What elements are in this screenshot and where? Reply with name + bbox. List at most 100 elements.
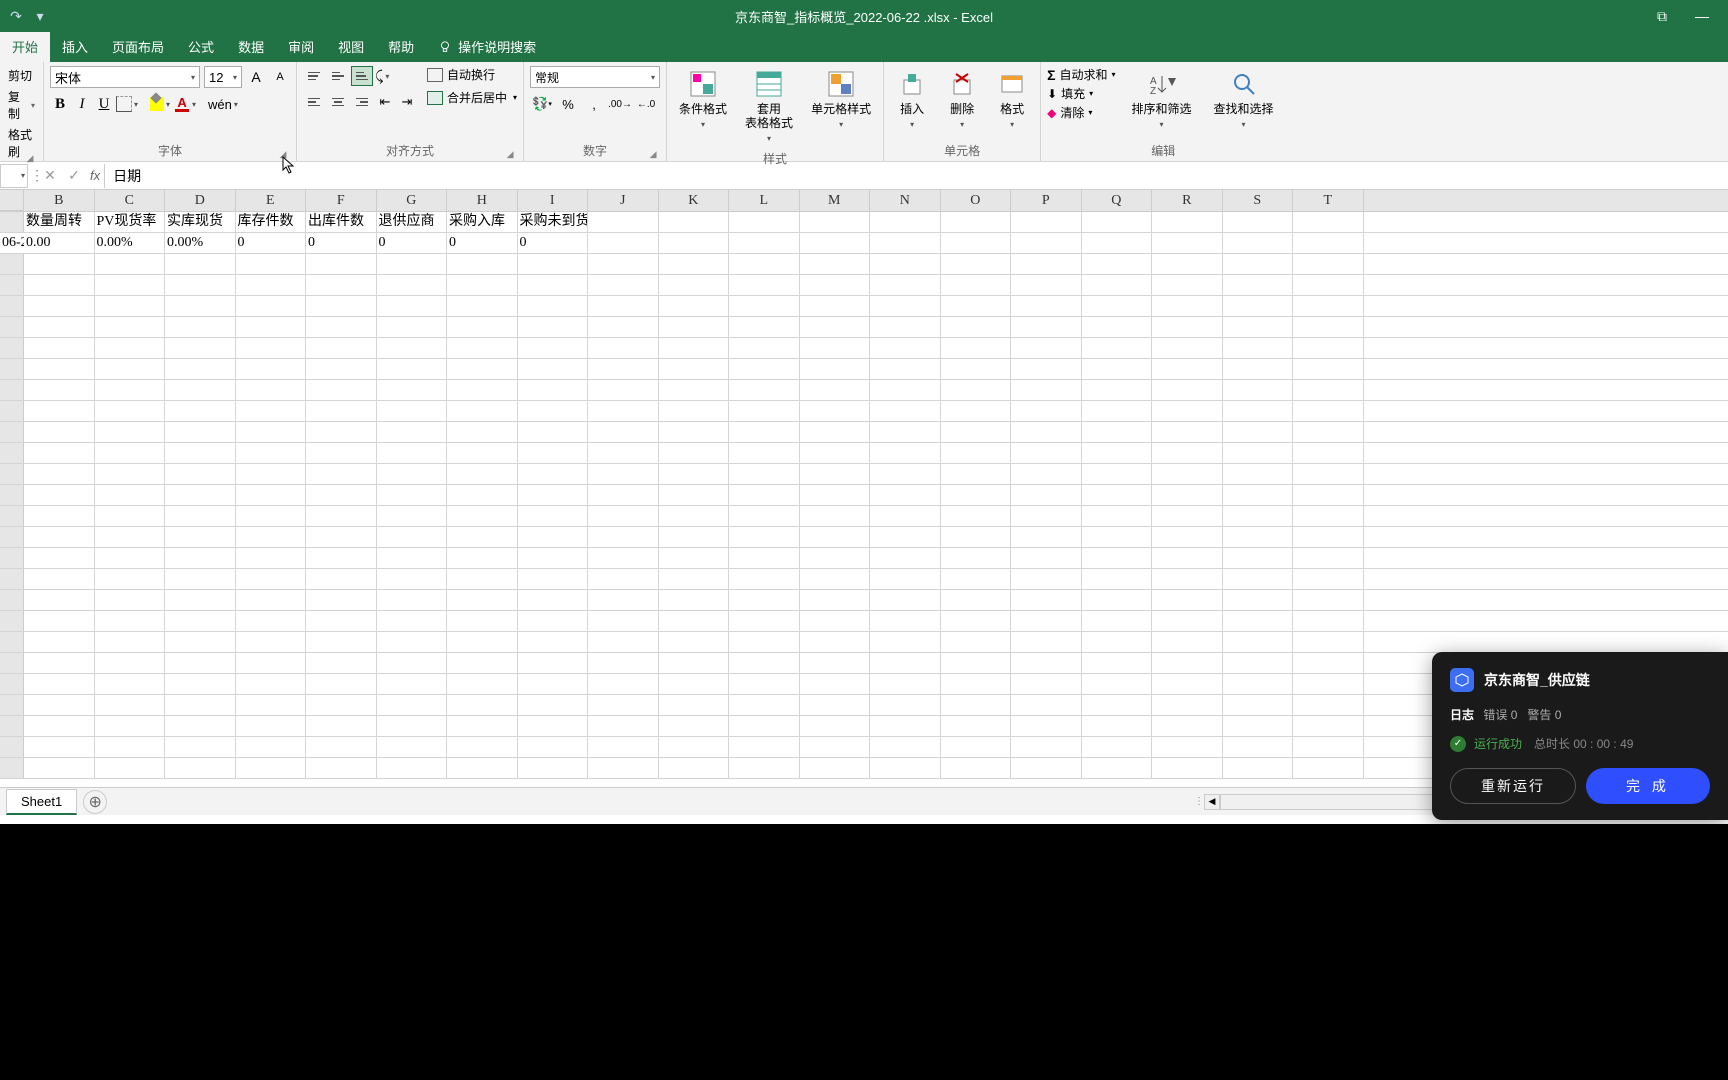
cell[interactable]	[800, 380, 871, 400]
tab-page-layout[interactable]: 页面布局	[100, 31, 176, 62]
cell[interactable]	[1082, 674, 1153, 694]
cell[interactable]	[1152, 317, 1223, 337]
cell[interactable]	[95, 254, 166, 274]
cell[interactable]	[588, 254, 659, 274]
row-header[interactable]	[0, 422, 24, 442]
cell[interactable]	[1152, 737, 1223, 757]
cell[interactable]	[941, 359, 1012, 379]
tab-home[interactable]: 开始	[0, 31, 50, 62]
cell[interactable]	[447, 737, 518, 757]
tab-formulas[interactable]: 公式	[176, 31, 226, 62]
cell[interactable]	[1223, 296, 1294, 316]
delete-cells-button[interactable]: 删除▾	[940, 66, 984, 134]
cell[interactable]: 实库现货	[165, 212, 236, 232]
cell[interactable]	[1152, 758, 1223, 778]
cell[interactable]	[1223, 632, 1294, 652]
cell[interactable]	[236, 569, 307, 589]
cell[interactable]	[729, 506, 800, 526]
column-header[interactable]: N	[870, 190, 941, 211]
row-header[interactable]	[0, 317, 24, 337]
cell[interactable]	[306, 401, 377, 421]
column-header[interactable]: P	[1011, 190, 1082, 211]
cell[interactable]	[870, 359, 941, 379]
cell[interactable]	[518, 695, 589, 715]
cell[interactable]	[24, 632, 95, 652]
cell[interactable]	[236, 548, 307, 568]
cell[interactable]	[377, 716, 448, 736]
cell[interactable]	[870, 296, 941, 316]
cell[interactable]: 采购入库	[447, 212, 518, 232]
cell[interactable]	[447, 506, 518, 526]
row-header[interactable]	[0, 401, 24, 421]
cell[interactable]	[870, 737, 941, 757]
column-header[interactable]: L	[729, 190, 800, 211]
cell[interactable]	[941, 212, 1012, 232]
row-header[interactable]	[0, 275, 24, 295]
cell[interactable]	[24, 506, 95, 526]
cell[interactable]	[1082, 317, 1153, 337]
percent-button[interactable]: %	[556, 94, 580, 114]
cell[interactable]	[24, 758, 95, 778]
cell[interactable]	[306, 359, 377, 379]
cell[interactable]	[95, 632, 166, 652]
cell[interactable]	[447, 401, 518, 421]
cell[interactable]	[447, 527, 518, 547]
row-header[interactable]	[0, 548, 24, 568]
cell[interactable]: PV现货率	[95, 212, 166, 232]
cell[interactable]	[941, 758, 1012, 778]
cell[interactable]	[95, 653, 166, 673]
row-header[interactable]	[0, 212, 24, 232]
cell[interactable]	[800, 506, 871, 526]
cell[interactable]	[95, 611, 166, 631]
cell[interactable]	[1011, 653, 1082, 673]
cell[interactable]	[1293, 611, 1364, 631]
column-header[interactable]: H	[447, 190, 518, 211]
cell[interactable]	[236, 695, 307, 715]
cell[interactable]	[729, 590, 800, 610]
cell[interactable]	[1011, 569, 1082, 589]
cell[interactable]	[1293, 737, 1364, 757]
cell[interactable]	[1223, 506, 1294, 526]
cell[interactable]	[1011, 758, 1082, 778]
cell[interactable]	[1293, 716, 1364, 736]
cell[interactable]	[800, 653, 871, 673]
cell[interactable]	[165, 716, 236, 736]
cell[interactable]	[1011, 506, 1082, 526]
cell[interactable]	[1223, 422, 1294, 442]
cell[interactable]	[588, 548, 659, 568]
cell[interactable]	[447, 275, 518, 295]
cell[interactable]	[800, 464, 871, 484]
clear-button[interactable]: ◆清除▾	[1047, 104, 1115, 121]
cell[interactable]	[236, 632, 307, 652]
cell[interactable]	[1011, 737, 1082, 757]
cell[interactable]: 0.00%	[95, 233, 166, 253]
cell[interactable]	[1082, 485, 1153, 505]
cell[interactable]	[1223, 716, 1294, 736]
cell[interactable]	[659, 569, 730, 589]
cell[interactable]	[659, 737, 730, 757]
cell[interactable]	[1223, 548, 1294, 568]
cell[interactable]	[588, 695, 659, 715]
sheet-tab-1[interactable]: Sheet1	[6, 789, 77, 815]
cell[interactable]	[236, 443, 307, 463]
cell[interactable]	[1011, 443, 1082, 463]
column-header[interactable]: O	[941, 190, 1012, 211]
cell[interactable]	[306, 338, 377, 358]
autosum-button[interactable]: Σ自动求和▾	[1047, 66, 1115, 83]
cell[interactable]	[236, 359, 307, 379]
cell[interactable]	[729, 275, 800, 295]
cell[interactable]	[941, 443, 1012, 463]
cell[interactable]	[1152, 674, 1223, 694]
accounting-format-button[interactable]: 💱▾	[530, 94, 554, 114]
cell[interactable]	[588, 527, 659, 547]
cell[interactable]	[729, 485, 800, 505]
cell[interactable]	[729, 548, 800, 568]
cell[interactable]	[729, 569, 800, 589]
cell[interactable]	[24, 737, 95, 757]
cell[interactable]	[729, 737, 800, 757]
cell[interactable]	[1011, 296, 1082, 316]
cell[interactable]	[95, 338, 166, 358]
cell[interactable]	[1293, 275, 1364, 295]
align-center-button[interactable]	[327, 92, 349, 112]
cell[interactable]	[659, 401, 730, 421]
